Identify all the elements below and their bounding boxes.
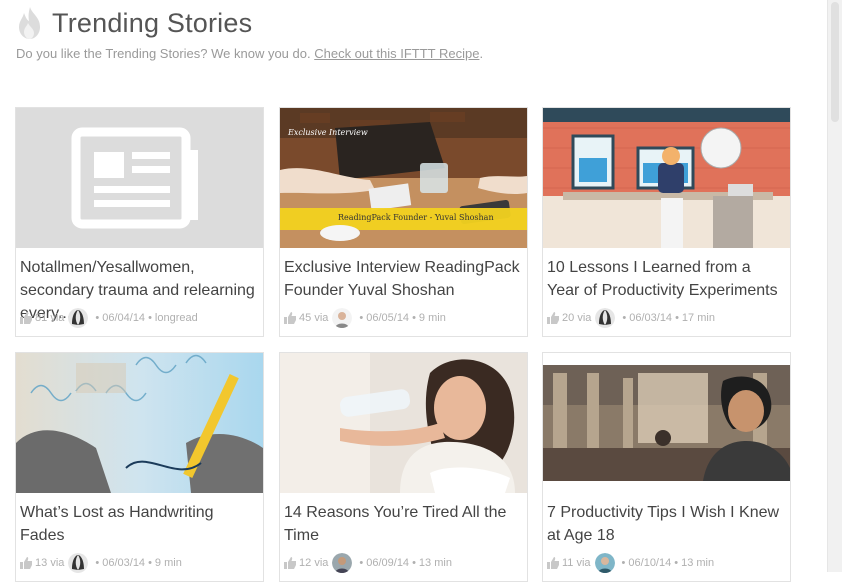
read-time: 9 min	[154, 557, 182, 569]
thumbs-up-icon[interactable]	[547, 312, 559, 324]
like-count: 20	[562, 312, 575, 324]
separator-dot: •	[148, 312, 152, 324]
subtitle-text: Do you like the Trending Stories? We kno…	[16, 46, 311, 61]
story-date: 06/04/14	[102, 312, 146, 324]
avatar[interactable]	[68, 308, 89, 328]
story-thumbnail[interactable]	[280, 353, 527, 493]
story-card[interactable]: 14 Reasons You’re Tired All the Time 12 …	[279, 352, 528, 582]
separator-dot: •	[675, 312, 679, 324]
story-thumbnail[interactable]: Exclusive Interview ReadingPack Founder …	[280, 108, 527, 248]
story-card[interactable]: Notallmen/Yesallwomen, secondary trauma …	[15, 107, 264, 337]
image-overlay-caption: ReadingPack Founder - Yuval Shoshan	[338, 213, 494, 222]
via-label: via	[50, 557, 65, 569]
story-title[interactable]: 7 Productivity Tips I Wish I Knew at Age…	[547, 501, 785, 547]
story-title[interactable]: Exclusive Interview ReadingPack Founder …	[284, 256, 522, 302]
via-label: via	[50, 312, 65, 324]
like-count: 11	[562, 557, 574, 569]
avatar[interactable]	[594, 553, 615, 573]
thumbs-up-icon[interactable]	[284, 312, 296, 324]
like-count: 13	[35, 557, 48, 569]
separator-dot: •	[359, 312, 364, 324]
flame-icon	[19, 7, 40, 39]
page-subtitle: Do you like the Trending Stories? We kno…	[16, 46, 483, 61]
story-card[interactable]: Exclusive Interview ReadingPack Founder …	[279, 107, 528, 337]
read-time: 13 min	[681, 557, 715, 569]
page-title: Trending Stories	[52, 7, 253, 38]
story-date: 06/10/14	[628, 557, 672, 569]
story-card[interactable]: What’s Lost as Handwriting Fades 13 via …	[15, 352, 264, 582]
story-meta: 12 via • 06/09/14 • 13 min	[284, 553, 452, 573]
separator-dot: •	[412, 312, 416, 324]
via-label: via	[577, 312, 592, 324]
like-count: 12	[299, 557, 312, 569]
like-count: 45	[299, 312, 312, 324]
story-card[interactable]: 7 Productivity Tips I Wish I Knew at Age…	[542, 352, 791, 582]
via-label: via	[576, 557, 591, 569]
story-meta: 81 via • 06/04/14 • longread	[20, 308, 198, 328]
via-label: via	[314, 312, 329, 324]
image-overlay-heading: Exclusive Interview	[288, 128, 368, 137]
story-thumbnail[interactable]	[16, 353, 263, 493]
thumbs-up-icon[interactable]	[547, 557, 559, 569]
avatar[interactable]	[595, 308, 616, 328]
separator-dot: •	[621, 557, 626, 569]
story-date: 06/09/14	[366, 557, 410, 569]
separator-dot: •	[95, 312, 100, 324]
story-date: 06/05/14	[366, 312, 410, 324]
story-thumbnail-placeholder[interactable]	[16, 108, 263, 248]
story-title[interactable]: What’s Lost as Handwriting Fades	[20, 501, 258, 547]
story-title[interactable]: 10 Lessons I Learned from a Year of Prod…	[547, 256, 785, 302]
story-meta: 20 via • 06/03/14 • 17 min	[547, 308, 715, 328]
avatar[interactable]	[68, 553, 89, 573]
story-title[interactable]: 14 Reasons You’re Tired All the Time	[284, 501, 522, 547]
newspaper-icon	[71, 127, 198, 229]
story-meta: 45 via • 06/05/14 • 9 min	[284, 308, 446, 328]
read-time: 13 min	[418, 557, 452, 569]
story-meta: 13 via • 06/03/14 • 9 min	[20, 553, 182, 573]
story-date: 06/03/14	[102, 557, 146, 569]
read-time: 9 min	[418, 312, 446, 324]
ifttt-recipe-link[interactable]: Check out this IFTTT Recipe	[314, 46, 479, 61]
thumbs-up-icon[interactable]	[20, 312, 32, 324]
separator-dot: •	[95, 557, 100, 569]
avatar[interactable]	[332, 553, 353, 573]
separator-dot: •	[359, 557, 364, 569]
read-time: longread	[154, 312, 198, 324]
via-label: via	[314, 557, 329, 569]
thumbs-up-icon[interactable]	[284, 557, 296, 569]
story-thumbnail[interactable]	[543, 108, 790, 248]
separator-dot: •	[622, 312, 627, 324]
story-date: 06/03/14	[629, 312, 673, 324]
thumbs-up-icon[interactable]	[20, 557, 32, 569]
scrollbar-thumb[interactable]	[831, 2, 839, 122]
story-meta: 11 via • 06/10/14 • 13 min	[547, 553, 714, 573]
subtitle-end: .	[479, 46, 484, 61]
separator-dot: •	[412, 557, 416, 569]
read-time: 17 min	[681, 312, 715, 324]
story-thumbnail[interactable]	[543, 353, 790, 493]
page-header: Trending Stories Do you like the Trendin…	[16, 6, 483, 61]
separator-dot: •	[148, 557, 152, 569]
avatar[interactable]	[332, 308, 353, 328]
story-card[interactable]: 10 Lessons I Learned from a Year of Prod…	[542, 107, 791, 337]
vertical-scrollbar[interactable]	[827, 0, 842, 572]
like-count: 81	[35, 312, 48, 324]
separator-dot: •	[674, 557, 679, 569]
